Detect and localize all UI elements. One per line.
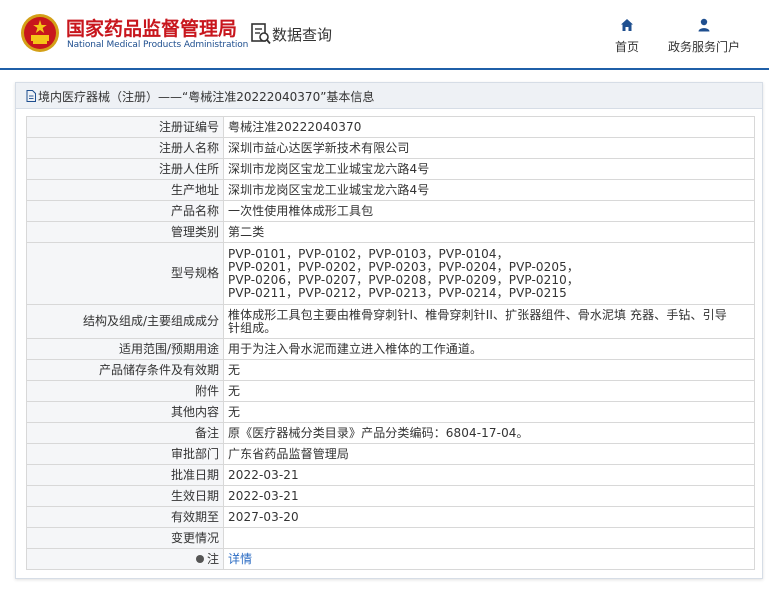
- table-row: 附件 无: [26, 380, 755, 402]
- spec-line: PVP-0206，PVP-0207，PVP-0208，PVP-0209，PVP-…: [228, 272, 579, 287]
- table-row: 结构及组成/主要组成成分 椎体成形工具包主要由椎骨穿刺针I、椎骨穿刺针II、扩张…: [26, 304, 755, 339]
- row-value: 无: [223, 380, 755, 402]
- data-query-icon[interactable]: [251, 23, 271, 45]
- row-value: 深圳市益心达医学新技术有限公司: [223, 137, 755, 159]
- row-value: 2022-03-21: [223, 485, 755, 507]
- national-emblem-icon: [21, 14, 59, 52]
- table-row: 有效期至 2027-03-20: [26, 506, 755, 528]
- row-value: 第二类: [223, 221, 755, 243]
- row-label: 附件: [26, 380, 224, 402]
- pin-icon: [195, 554, 204, 563]
- table-row: 注册证编号 粤械注准20222040370: [26, 116, 755, 138]
- nav-home-label: 首页: [614, 40, 639, 54]
- row-value: 无: [223, 401, 755, 423]
- note-label: 注: [206, 551, 219, 566]
- table-row: 生产地址 深圳市龙岗区宝龙工业城宝龙六路4号: [26, 179, 755, 201]
- site-subtitle: National Medical Products Administration: [67, 40, 249, 50]
- row-label: 其他内容: [26, 401, 224, 423]
- row-label: 型号规格: [26, 242, 224, 305]
- table-row: 注 详情: [26, 548, 755, 570]
- nav-service-portal[interactable]: 政务服务门户: [665, 18, 743, 55]
- data-query-link[interactable]: 数据查询: [272, 24, 332, 45]
- row-value: 详情: [223, 548, 755, 570]
- row-label: 生效日期: [26, 485, 224, 507]
- table-row: 产品储存条件及有效期 无: [26, 359, 755, 381]
- table-row: 其他内容 无: [26, 401, 755, 423]
- row-value: [223, 527, 755, 549]
- row-label: 注册证编号: [26, 116, 224, 138]
- registration-info-table: 注册证编号 粤械注准20222040370 注册人名称 深圳市益心达医学新技术有…: [26, 116, 755, 570]
- composition-line: 椎体成形工具包主要由椎骨穿刺针I、椎骨穿刺针II、扩张器组件、骨水泥填 充器、手…: [228, 307, 727, 322]
- row-label: 变更情况: [26, 527, 224, 549]
- table-row: 型号规格 PVP-0101，PVP-0102，PVP-0103，PVP-0104…: [26, 242, 755, 305]
- table-row: 批准日期 2022-03-21: [26, 464, 755, 486]
- table-row: 注册人名称 深圳市益心达医学新技术有限公司: [26, 137, 755, 159]
- row-value: 一次性使用椎体成形工具包: [223, 200, 755, 222]
- row-value: 原《医疗器械分类目录》产品分类编码：6804-17-04。: [223, 422, 755, 444]
- row-value: 2027-03-20: [223, 506, 755, 528]
- row-label: 审批部门: [26, 443, 224, 465]
- panel-title-text: 境内医疗器械（注册）——“粤械注准20222040370”基本信息: [38, 90, 375, 104]
- row-label-note: 注: [26, 548, 224, 570]
- panel-title: 境内医疗器械（注册）——“粤械注准20222040370”基本信息: [26, 88, 374, 105]
- row-label: 备注: [26, 422, 224, 444]
- row-label: 产品储存条件及有效期: [26, 359, 224, 381]
- row-label: 适用范围/预期用途: [26, 338, 224, 360]
- row-label: 注册人名称: [26, 137, 224, 159]
- row-value: 用于为注入骨水泥而建立进入椎体的工作通道。: [223, 338, 755, 360]
- table-row: 变更情况: [26, 527, 755, 549]
- table-row: 产品名称 一次性使用椎体成形工具包: [26, 200, 755, 222]
- row-label: 产品名称: [26, 200, 224, 222]
- spec-line: PVP-0211，PVP-0212，PVP-0213，PVP-0214，PVP-…: [228, 285, 567, 300]
- row-label: 结构及组成/主要组成成分: [26, 304, 224, 339]
- row-value-composition: 椎体成形工具包主要由椎骨穿刺针I、椎骨穿刺针II、扩张器组件、骨水泥填 充器、手…: [223, 304, 755, 339]
- row-label: 管理类别: [26, 221, 224, 243]
- row-label: 注册人住所: [26, 158, 224, 180]
- row-value: 无: [223, 359, 755, 381]
- row-value: 2022-03-21: [223, 464, 755, 486]
- row-value: 深圳市龙岗区宝龙工业城宝龙六路4号: [223, 179, 755, 201]
- details-link[interactable]: 详情: [228, 552, 252, 566]
- panel-header: 境内医疗器械（注册）——“粤械注准20222040370”基本信息: [16, 83, 762, 109]
- document-icon: [26, 90, 36, 102]
- row-value: 深圳市龙岗区宝龙工业城宝龙六路4号: [223, 158, 755, 180]
- table-row: 适用范围/预期用途 用于为注入骨水泥而建立进入椎体的工作通道。: [26, 338, 755, 360]
- row-label: 有效期至: [26, 506, 224, 528]
- nav-home[interactable]: 首页: [612, 18, 642, 55]
- header-divider: [0, 68, 769, 70]
- table-row: 注册人住所 深圳市龙岗区宝龙工业城宝龙六路4号: [26, 158, 755, 180]
- site-header: 国家药品监督管理局 National Medical Products Admi…: [0, 0, 769, 69]
- spec-line: PVP-0201，PVP-0202，PVP-0203，PVP-0204，PVP-…: [228, 259, 579, 274]
- table-row: 审批部门 广东省药品监督管理局: [26, 443, 755, 465]
- row-label: 生产地址: [26, 179, 224, 201]
- site-title: 国家药品监督管理局: [66, 18, 238, 40]
- row-label: 批准日期: [26, 464, 224, 486]
- row-value-model-specs: PVP-0101，PVP-0102，PVP-0103，PVP-0104， PVP…: [223, 242, 755, 305]
- home-icon: [621, 19, 633, 31]
- nav-service-label: 政务服务门户: [667, 40, 740, 54]
- row-value: 广东省药品监督管理局: [223, 443, 755, 465]
- table-row: 生效日期 2022-03-21: [26, 485, 755, 507]
- table-row: 管理类别 第二类: [26, 221, 755, 243]
- row-value: 粤械注准20222040370: [223, 116, 755, 138]
- spec-line: PVP-0101，PVP-0102，PVP-0103，PVP-0104，: [228, 246, 509, 261]
- user-icon: [698, 18, 710, 32]
- detail-panel: 境内医疗器械（注册）——“粤械注准20222040370”基本信息 注册证编号 …: [15, 82, 763, 579]
- composition-line: 针组成。: [228, 320, 277, 335]
- table-row: 备注 原《医疗器械分类目录》产品分类编码：6804-17-04。: [26, 422, 755, 444]
